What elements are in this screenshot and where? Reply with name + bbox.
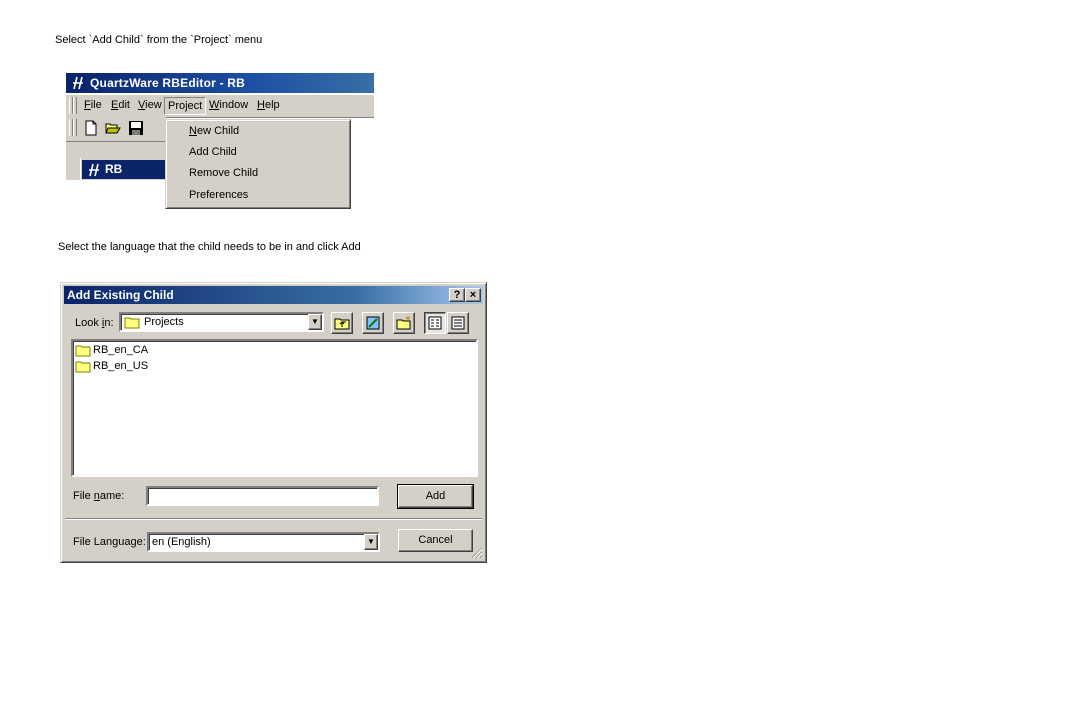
menu-item-add-child[interactable]: Add Child <box>189 146 237 158</box>
chevron-down-icon[interactable]: ▼ <box>308 314 322 330</box>
menu-project[interactable]: Project <box>164 97 207 115</box>
add-button[interactable]: Add <box>397 484 474 509</box>
up-one-level-icon <box>334 318 350 330</box>
desktop-button[interactable] <box>362 312 384 334</box>
child-window-title-bar[interactable]: RB <box>82 160 166 179</box>
menu-screenshot: QuartzWare RBEditor - RB File Edit View … <box>66 70 375 210</box>
chevron-down-icon[interactable]: ▼ <box>364 534 378 550</box>
dialog-title: Add Existing Child <box>67 288 174 302</box>
menu-bar: File Edit View Project Window Help <box>66 94 374 118</box>
list-view-button[interactable] <box>424 312 446 334</box>
file-language-label: File Language: <box>73 536 146 548</box>
menu-item-preferences[interactable]: Preferences <box>189 189 248 201</box>
file-name-input[interactable] <box>146 486 379 506</box>
instruction-step-2: Select the language that the child needs… <box>58 241 361 253</box>
folder-icon <box>124 317 140 329</box>
child-window-title: RB <box>105 162 123 176</box>
menu-window[interactable]: Window <box>209 99 248 111</box>
file-name-label: RB_en_US <box>93 360 149 372</box>
open-folder-icon[interactable] <box>105 120 121 136</box>
add-existing-child-dialog: Add Existing Child ? × Look in: Projects… <box>60 282 487 563</box>
file-name-label: RB_en_CA <box>93 344 149 356</box>
app-title-bar: QuartzWare RBEditor - RB <box>66 73 374 93</box>
resize-grip-icon[interactable] <box>471 547 483 559</box>
look-in-dropdown[interactable]: Projects ▼ <box>119 312 324 332</box>
up-one-level-button[interactable] <box>331 312 353 334</box>
folder-icon <box>75 345 91 357</box>
rb-editor-logo-icon <box>70 75 86 91</box>
menu-help[interactable]: Help <box>257 99 280 111</box>
cancel-button[interactable]: Cancel <box>398 529 473 552</box>
dialog-title-bar: Add Existing Child ? × <box>64 286 483 304</box>
file-list[interactable]: RB_en_CA RB_en_US <box>71 339 478 477</box>
new-folder-button[interactable] <box>393 312 415 334</box>
menu-item-remove-child[interactable]: Remove Child <box>189 167 258 179</box>
menu-file[interactable]: File <box>84 99 102 111</box>
menu-item-new-child[interactable]: New Child <box>189 125 239 137</box>
dialog-separator <box>65 518 482 520</box>
file-language-value: en (English) <box>152 536 211 548</box>
folder-icon <box>75 361 91 373</box>
new-folder-icon <box>396 316 411 330</box>
look-in-label: Look in: <box>75 317 114 329</box>
file-name-label: File name: <box>73 490 125 502</box>
details-view-button[interactable] <box>447 312 469 334</box>
list-view-icon <box>428 316 442 330</box>
file-language-dropdown[interactable]: en (English) ▼ <box>147 532 380 552</box>
save-disk-icon[interactable] <box>128 120 144 136</box>
desktop-icon <box>366 316 380 330</box>
instruction-step-1: Select `Add Child` from the `Project` me… <box>55 34 263 46</box>
menu-view[interactable]: View <box>138 99 162 111</box>
details-view-icon <box>451 316 465 330</box>
app-toolbar <box>66 117 166 142</box>
toolbar-grip <box>73 119 77 136</box>
app-title: QuartzWare RBEditor - RB <box>90 76 246 90</box>
help-button[interactable]: ? <box>449 288 465 302</box>
project-menu-dropdown: New Child Add Child Remove Child Prefere… <box>165 119 351 209</box>
menu-edit[interactable]: Edit <box>111 99 130 111</box>
menubar-grip <box>73 97 77 114</box>
new-document-icon[interactable] <box>83 120 99 136</box>
rb-child-logo-icon <box>89 163 99 177</box>
look-in-value: Projects <box>144 316 184 328</box>
close-button[interactable]: × <box>465 288 481 302</box>
